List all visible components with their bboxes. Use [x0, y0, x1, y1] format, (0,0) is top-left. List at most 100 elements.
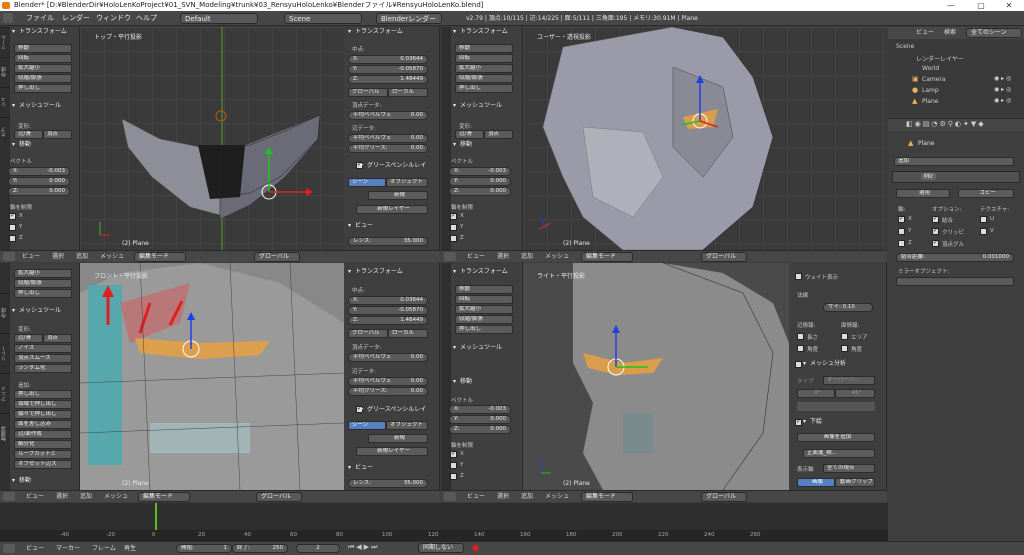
mesh-analysis-title[interactable]: メッシュ分析 — [801, 359, 846, 369]
visibility-eye-icon[interactable]: ◉ ▸ ◎ — [994, 75, 1011, 82]
properties-context-icons[interactable]: ◧◉▤◔⚙⚲◐✦▼◆ — [906, 120, 986, 128]
median-z-field[interactable]: Z: 1.48449 — [348, 75, 428, 84]
push-pull-button[interactable]: 押し出し — [455, 84, 513, 93]
outliner-item-scene[interactable]: Scene — [896, 43, 914, 50]
add-menu[interactable]: 追加 — [521, 251, 533, 263]
shrink-fatten-button[interactable]: 収縮/膨張 — [455, 74, 513, 83]
inset-faces-button[interactable]: 面を差し込み — [14, 420, 72, 429]
view-panel-title[interactable]: ビュー — [346, 463, 373, 473]
start-frame-field[interactable]: 開始: 1 — [176, 544, 232, 553]
analysis-max-field[interactable]: 45° — [835, 389, 875, 398]
menu-help[interactable]: ヘルプ — [132, 11, 161, 26]
background-image-entry[interactable]: 正面進_横... — [803, 449, 875, 458]
mirror-y-checkbox[interactable] — [898, 228, 905, 235]
background-images-title[interactable]: 下絵 — [801, 417, 822, 427]
merge-checkbox[interactable] — [932, 215, 939, 223]
constraint-y-checkbox[interactable] — [9, 224, 16, 231]
local-toggle[interactable]: ローカル — [388, 88, 428, 97]
outliner-item-world[interactable]: World — [922, 65, 939, 72]
tab-relations[interactable]: リレー — [0, 333, 10, 373]
add-menu[interactable]: 追加 — [521, 491, 533, 503]
scene-field[interactable]: Scene — [284, 13, 362, 24]
menu-file[interactable]: ファイル — [22, 11, 58, 26]
gpencil-new-button[interactable]: 新規 — [368, 191, 428, 200]
crease-field[interactable]: 平均クリース: 0.00 — [348, 387, 428, 396]
tab-create[interactable]: 作成 — [0, 57, 10, 87]
mirror-v-checkbox[interactable] — [980, 228, 987, 235]
mesh-menu[interactable]: メッシュ — [545, 251, 569, 263]
push-pull-button[interactable]: 押し出し — [14, 289, 72, 298]
analysis-min-field[interactable]: 0° — [797, 389, 835, 398]
mesh-tools-title[interactable]: メッシュツール — [451, 343, 502, 353]
area-checkbox[interactable] — [841, 333, 848, 340]
move-panel-title[interactable]: 移動 — [451, 140, 472, 150]
view-menu[interactable]: ビュー — [22, 251, 40, 263]
mesh-tools-title[interactable]: メッシュツール — [10, 101, 61, 111]
constraint-z-checkbox[interactable] — [450, 473, 457, 480]
vector-x-field[interactable]: X: -0.003 — [8, 167, 70, 176]
view-menu[interactable]: ビュー — [467, 251, 485, 263]
mirror-z-checkbox[interactable] — [898, 240, 905, 247]
constraint-x-checkbox[interactable] — [450, 450, 457, 458]
mode-select[interactable]: 編集モード — [138, 492, 190, 502]
tab-shading[interactable]: シェ — [0, 87, 10, 117]
orientation-select[interactable]: グローバル — [701, 492, 747, 502]
gpencil-new-button[interactable]: 新規 — [368, 434, 428, 443]
transform-title[interactable]: トランスフォーム — [10, 27, 67, 37]
edge-bevel-field[interactable]: 平均ベベルウェ 0.00 — [348, 134, 428, 143]
vector-z-field[interactable]: Z: 0.000 — [449, 425, 511, 434]
median-x-field[interactable]: X: 0.03644 — [348, 296, 428, 305]
local-toggle[interactable]: ローカル — [388, 329, 428, 338]
add-modifier-select[interactable]: 追加 — [894, 157, 1014, 166]
tab-tools[interactable]: ツール — [0, 27, 10, 57]
extrude-button[interactable]: 押し出し — [14, 390, 72, 399]
constraint-x-checkbox[interactable] — [9, 212, 16, 220]
sync-select[interactable]: 同期しない — [418, 543, 464, 553]
add-menu[interactable]: 追加 — [80, 491, 92, 503]
mirror-object-field[interactable] — [896, 277, 1014, 286]
orientation-select[interactable]: グローバル — [701, 252, 747, 262]
visibility-eye-icon[interactable]: ◉ ▸ ◎ — [994, 86, 1011, 93]
display-axis-select[interactable]: 全ての視点 — [823, 464, 875, 473]
scale-button[interactable]: 拡大縮小 — [455, 305, 513, 314]
viewport-right[interactable]: ライト・平行投影 (2) Plane — [523, 263, 789, 490]
mesh-menu[interactable]: メッシュ — [100, 251, 124, 263]
clipping-checkbox[interactable] — [932, 227, 939, 235]
constraint-z-checkbox[interactable] — [450, 235, 457, 242]
move-button[interactable]: 移動 — [14, 44, 72, 53]
outliner-item-plane[interactable]: Plane — [922, 98, 938, 105]
timeline-area[interactable]: -40 -20 0 20 40 60 80 100 120 140 160 18… — [0, 503, 888, 541]
copy-button[interactable]: コピー — [958, 189, 1014, 198]
source-movie-tab[interactable]: 動画クリップ — [835, 478, 875, 487]
screen-layout-field[interactable]: Default — [180, 13, 258, 24]
rotate-button[interactable]: 回転 — [14, 54, 72, 63]
move-panel-title[interactable]: 移動 — [10, 140, 31, 150]
viewport-top[interactable]: トップ・平行投影 (2) Plane — [80, 27, 344, 250]
tab-create[interactable]: 作成 — [0, 293, 10, 333]
outliner-item-render-layers[interactable]: レンダーレイヤー — [916, 54, 964, 63]
normal-size-field[interactable]: サイ: 0.10 — [823, 303, 873, 312]
add-image-button[interactable]: 画像を追加 — [797, 433, 875, 442]
select-menu[interactable]: 選択 — [497, 491, 509, 503]
median-z-field[interactable]: Z: 1.48449 — [348, 316, 428, 325]
timeline-marker-menu[interactable]: マーカー — [56, 542, 80, 555]
bevel-weight-field[interactable]: 平均ベベルウェ 0.00 — [348, 353, 428, 362]
end-frame-field[interactable]: 終了: 250 — [232, 544, 288, 553]
editor-type-icon[interactable] — [444, 492, 456, 501]
viewport-user-perspective[interactable]: ユーザー・透視投影 (2) Plane — [523, 27, 887, 250]
scale-button[interactable]: 拡大縮小 — [455, 64, 513, 73]
loop-cut-button[interactable]: ループカットと — [14, 450, 72, 459]
outliner-item-lamp[interactable]: Lamp — [922, 87, 939, 94]
shrink-fatten-button[interactable]: 収縮/膨張 — [455, 315, 513, 324]
constraint-y-checkbox[interactable] — [450, 462, 457, 469]
slide-edge-button[interactable]: 辺/滑 — [14, 334, 43, 343]
noise-button[interactable]: ノイズ — [14, 344, 72, 353]
make-edge-face-button[interactable]: 辺/面作成 — [14, 430, 72, 439]
source-image-tab[interactable]: 画像 — [797, 478, 835, 487]
push-pull-button[interactable]: 押し出し — [455, 325, 513, 334]
move-panel-title[interactable]: 移動 — [10, 476, 31, 486]
view-menu[interactable]: ビュー — [26, 491, 44, 503]
tab-animation[interactable]: アニメ — [0, 373, 10, 413]
median-y-field[interactable]: Y: -0.05870 — [348, 306, 428, 315]
crease-field[interactable]: 平均クリース: 0.00 — [348, 144, 428, 153]
